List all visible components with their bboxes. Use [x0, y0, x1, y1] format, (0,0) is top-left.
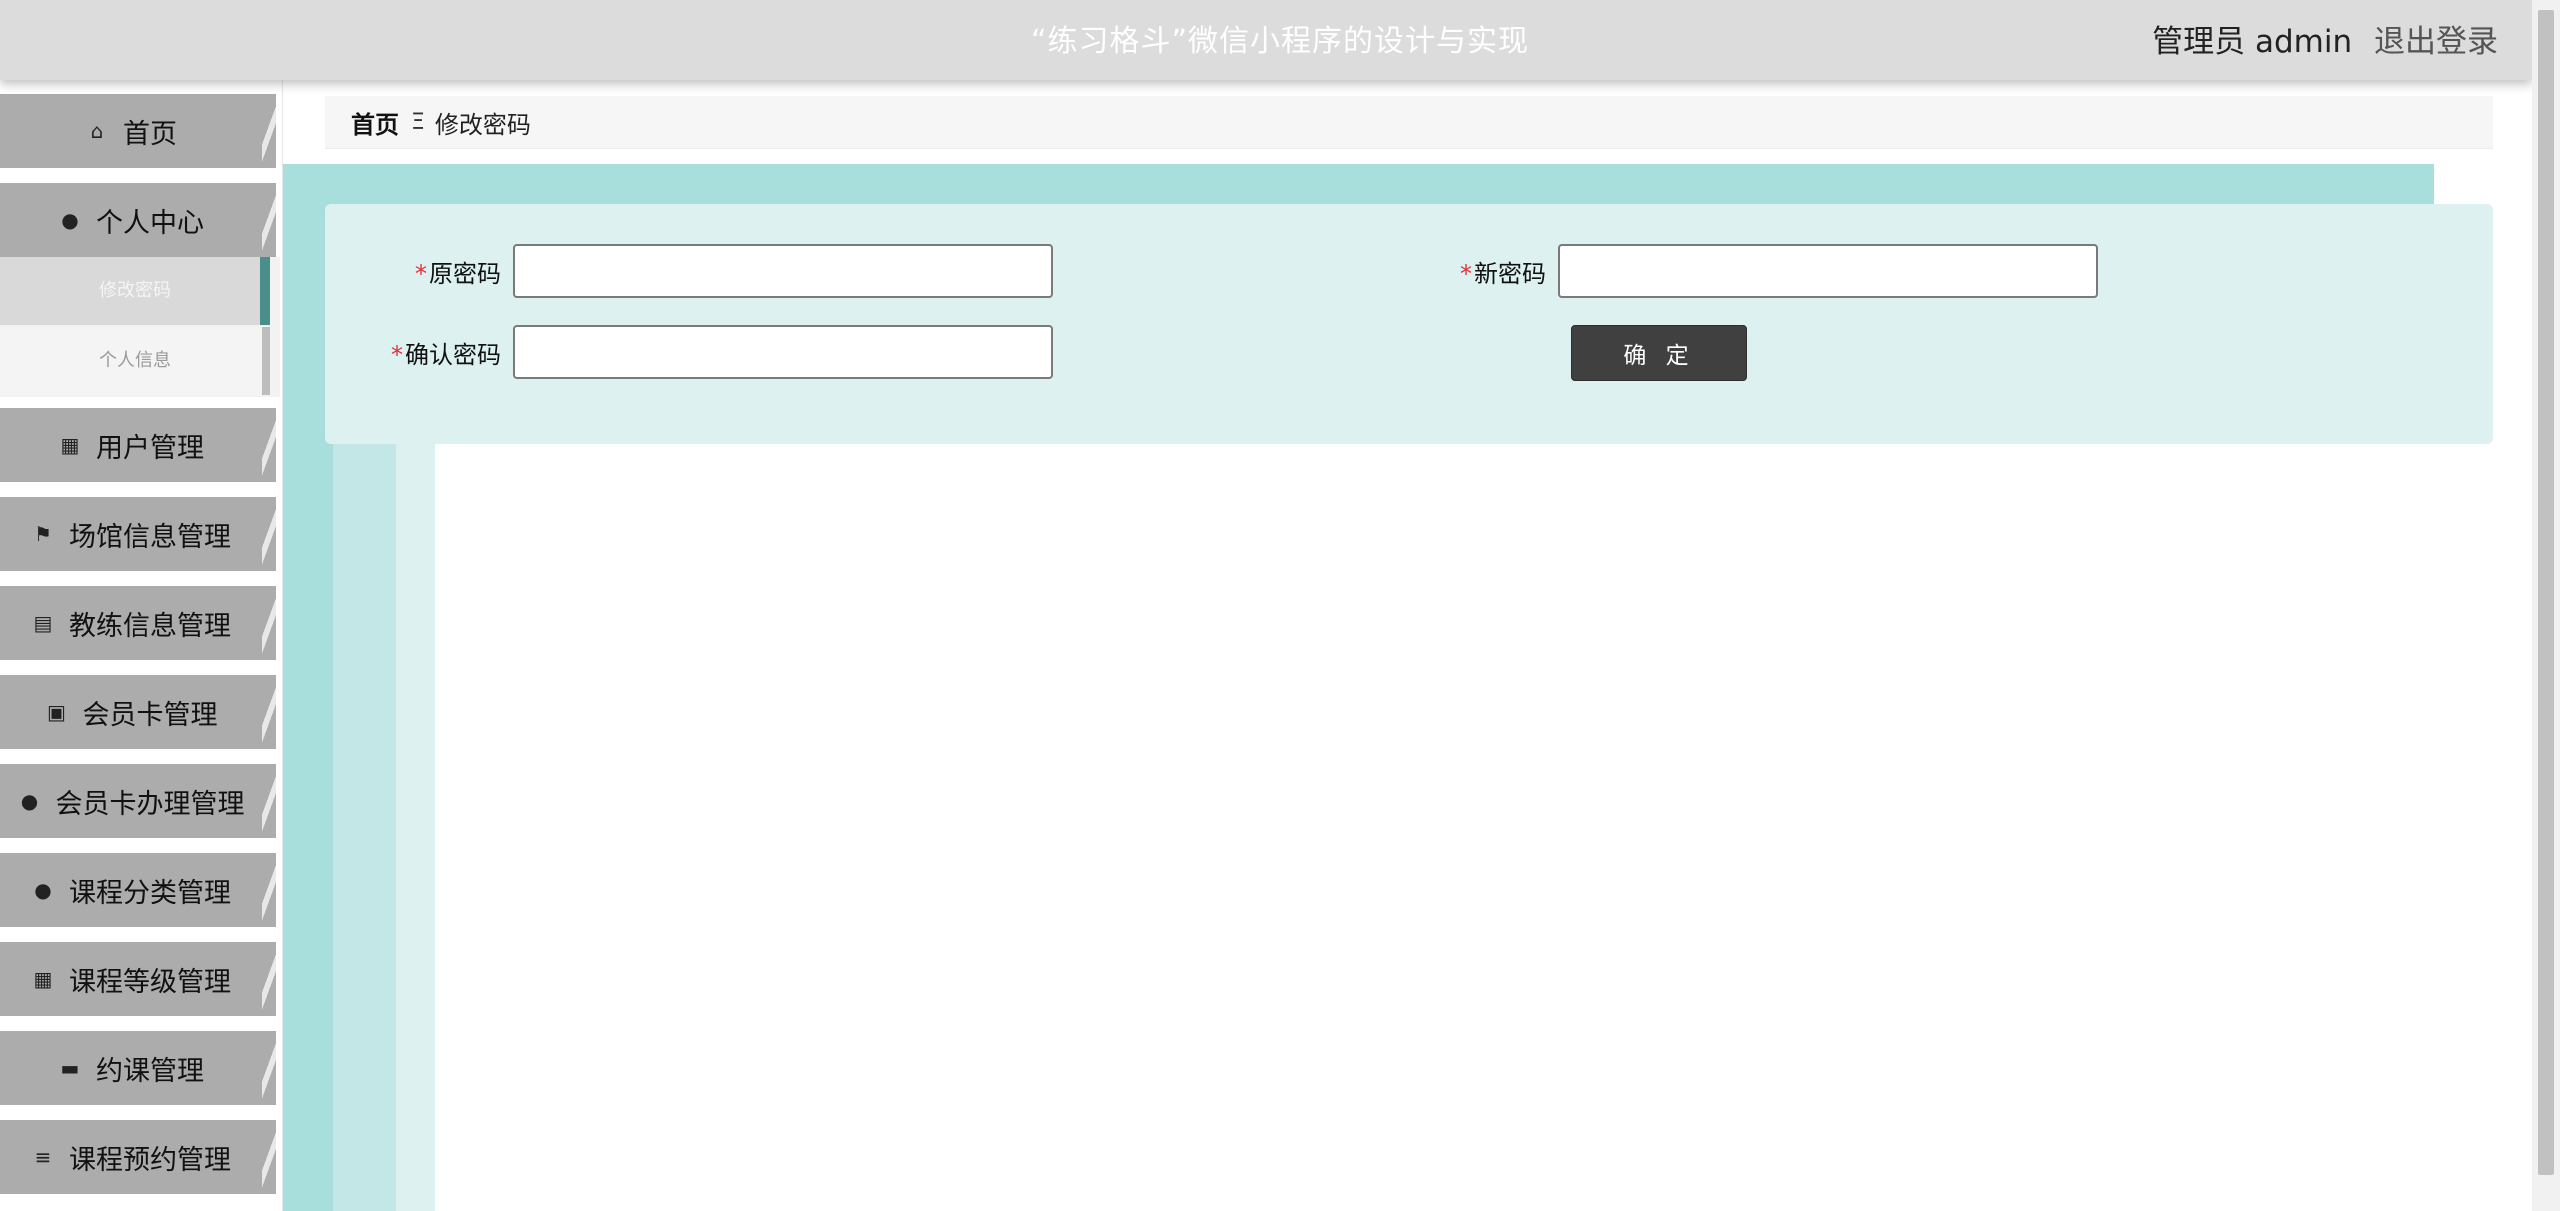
sidebar-item-label: 课程预约管理	[69, 1144, 231, 1176]
sidebar-item-course-category-management[interactable]: ● 课程分类管理	[0, 853, 276, 927]
sidebar-item-card-application-management[interactable]: ● 会员卡办理管理	[0, 764, 276, 838]
sidebar-item-label: 教练信息管理	[69, 610, 231, 642]
new-password-input[interactable]	[1558, 244, 2098, 298]
sidebar-item-label: 会员卡管理	[82, 699, 218, 731]
sidebar: ⌂ 首页 ● 个人中心 修改密码 个人信息 ▦ 用户管理 ⚑ 场馆信息管理 ▤ …	[0, 80, 283, 1211]
breadcrumb-current: 修改密码	[434, 110, 531, 139]
grid-icon: ▦	[33, 967, 53, 991]
confirm-password-input[interactable]	[513, 325, 1053, 379]
user-area: 管理员 admin 退出登录	[2152, 0, 2498, 80]
required-mark: *	[1460, 259, 1472, 288]
sidebar-item-label: 课程等级管理	[69, 966, 231, 998]
list-icon: ≡	[34, 1145, 52, 1169]
breadcrumb: 首页 Ξ 修改密码	[325, 96, 2493, 149]
top-header: “练习格斗”微信小程序的设计与实现 管理员 admin 退出登录	[0, 0, 2532, 80]
sidebar-item-home[interactable]: ⌂ 首页	[0, 94, 276, 168]
breadcrumb-separator-icon: Ξ	[411, 109, 425, 135]
sidebar-item-label: 约课管理	[96, 1055, 204, 1087]
old-password-label: *原密码	[415, 259, 501, 288]
sidebar-item-course-level-management[interactable]: ▦ 课程等级管理	[0, 942, 276, 1016]
sidebar-item-venue-management[interactable]: ⚑ 场馆信息管理	[0, 497, 276, 571]
new-password-row: *新密码	[1370, 244, 2098, 298]
chart-icon: ▤	[33, 611, 53, 635]
sidebar-item-personal-center[interactable]: ● 个人中心	[0, 183, 276, 257]
sidebar-item-label: 首页	[123, 118, 177, 150]
briefcase-icon: ▬	[60, 1056, 80, 1080]
sidebar-item-membership-card-management[interactable]: ▣ 会员卡管理	[0, 675, 276, 749]
sidebar-subitem-personal-info[interactable]: 个人信息	[0, 327, 270, 395]
sidebar-subitem-change-password[interactable]: 修改密码	[0, 257, 270, 325]
breadcrumb-home[interactable]: 首页	[351, 105, 399, 140]
old-password-input[interactable]	[513, 244, 1053, 298]
confirm-password-row: *确认密码	[325, 325, 1053, 379]
required-mark: *	[391, 340, 403, 369]
lightbulb-icon: ●	[20, 789, 39, 813]
content-panel	[435, 440, 2532, 1211]
clipboard-icon: ▣	[47, 700, 66, 724]
confirm-password-label: *确认密码	[391, 340, 501, 369]
sidebar-item-label: 个人中心	[96, 207, 204, 239]
new-password-label: *新密码	[1460, 259, 1546, 288]
home-icon: ⌂	[90, 119, 104, 143]
vertical-scrollbar[interactable]	[2532, 0, 2560, 1211]
user-icon: ●	[34, 878, 52, 902]
sidebar-item-label: 课程分类管理	[69, 877, 231, 909]
sidebar-item-label: 场馆信息管理	[69, 521, 231, 553]
logout-link[interactable]: 退出登录	[2374, 24, 2498, 60]
sidebar-item-label: 会员卡办理管理	[55, 788, 245, 820]
sidebar-item-class-booking-management[interactable]: ▬ 约课管理	[0, 1031, 276, 1105]
sidebar-item-label: 用户管理	[96, 432, 204, 464]
user-label: 管理员 admin	[2152, 24, 2353, 60]
confirm-button[interactable]: 确 定	[1571, 325, 1747, 381]
user-icon: ●	[61, 208, 79, 232]
sidebar-item-user-management[interactable]: ▦ 用户管理	[0, 408, 276, 482]
sidebar-item-coach-management[interactable]: ▤ 教练信息管理	[0, 586, 276, 660]
required-mark: *	[415, 259, 427, 288]
change-password-form: *原密码 *新密码 *确认密码 确 定	[325, 204, 2493, 444]
grid-icon: ▦	[60, 433, 80, 457]
flag-icon: ⚑	[34, 522, 52, 546]
scrollbar-thumb[interactable]	[2538, 10, 2554, 1175]
personal-center-submenu: 修改密码 个人信息	[0, 257, 280, 397]
old-password-row: *原密码	[325, 244, 1053, 298]
sidebar-item-course-reservation-management[interactable]: ≡ 课程预约管理	[0, 1120, 276, 1194]
